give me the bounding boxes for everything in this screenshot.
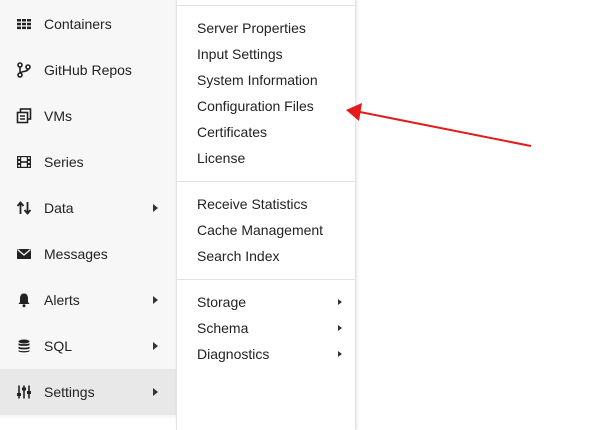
arrow-shaft bbox=[359, 111, 532, 147]
arrow-head bbox=[346, 103, 362, 121]
annotation-arrow bbox=[346, 103, 532, 147]
